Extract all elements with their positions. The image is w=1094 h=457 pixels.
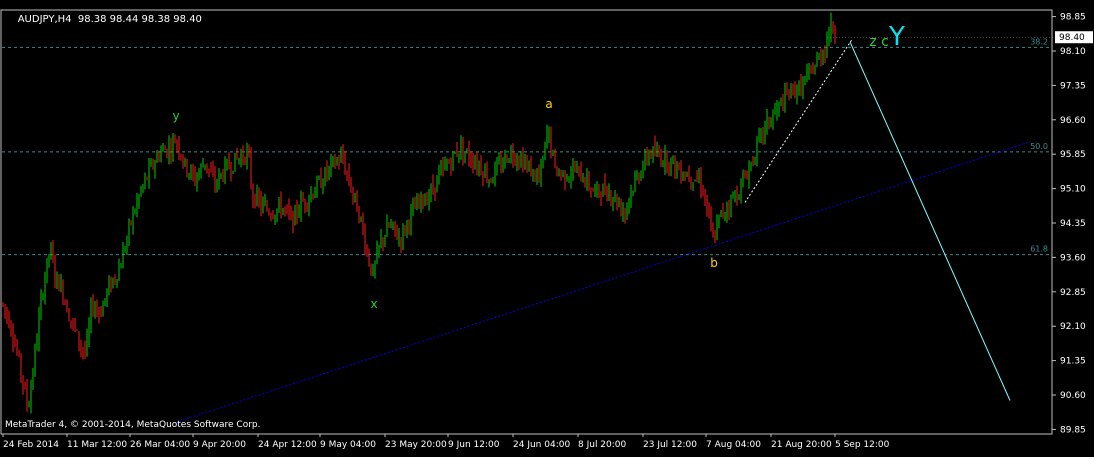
channel-dotted-line — [744, 39, 853, 203]
y-tick-label: 95.10 — [1060, 185, 1086, 195]
y-tick-label: 89.85 — [1060, 425, 1086, 435]
x-tick-label: 5 Sep 12:00 — [835, 440, 890, 450]
chart-header: AUDJPY,H4 98.38 98.44 98.38 98.40 — [5, 3, 202, 36]
copyright-text: MetaTrader 4, © 2001-2014, MetaQuotes So… — [5, 420, 261, 430]
x-tick-label: 11 Mar 12:00 — [67, 440, 127, 450]
x-tick-label: 9 May 04:00 — [320, 440, 376, 450]
y-tick-label: 95.85 — [1060, 150, 1086, 160]
plot-frame — [0, 9, 1053, 435]
y-tick-label: 91.35 — [1060, 357, 1086, 367]
y-tick-label: 96.60 — [1060, 116, 1086, 126]
wave-label-b: b — [710, 256, 718, 270]
wave-label-c: c — [881, 34, 889, 50]
y-tick-label: 92.10 — [1060, 322, 1086, 332]
x-tick-label: 24 Apr 12:00 — [258, 440, 317, 450]
price-chart[interactable]: 38.250.061.8yxabz c Y98.8598.1097.3596.609… — [0, 0, 1094, 453]
x-tick-label: 9 Apr 20:00 — [193, 440, 246, 450]
chart-window[interactable]: 38.2 50.0 61.8 y x a b z c Y 98.85 98.10 97.35 96.60 9… — [0, 0, 1094, 453]
y-tick-label: 97.35 — [1060, 81, 1086, 91]
fib-level-label: 38.2 — [1030, 37, 1048, 46]
x-tick-label: 26 Mar 04:00 — [130, 440, 190, 450]
x-tick-label: 24 Jun 04:00 — [513, 440, 570, 450]
ohlc-values: 98.38 98.44 98.38 98.40 — [77, 14, 202, 25]
x-tick-label: 21 Aug 20:00 — [771, 440, 832, 450]
x-tick-label: 7 Aug 04:00 — [706, 440, 761, 450]
symbol-label: AUDJPY,H4 — [17, 14, 72, 25]
fib-level-label: 61.8 — [1030, 245, 1048, 254]
projection-line — [849, 41, 1011, 401]
x-tick-label: 24 Feb 2014 — [3, 440, 59, 450]
y-tick-label: 92.85 — [1060, 288, 1086, 298]
wave-label-z: z — [869, 34, 876, 50]
y-tick-label: 90.60 — [1060, 391, 1086, 401]
x-tick-label: 23 May 20:00 — [385, 440, 447, 450]
x-tick-label: 9 Jun 12:00 — [448, 440, 500, 450]
wave-label-y: y — [172, 109, 179, 123]
x-tick-label: 8 Jul 20:00 — [578, 440, 627, 450]
y-tick-label: 93.60 — [1060, 253, 1086, 263]
wave-label-a: a — [545, 97, 552, 111]
wave-label-x: x — [370, 297, 377, 311]
x-tick-label: 23 Jul 12:00 — [643, 440, 697, 450]
y-tick-label: 98.10 — [1060, 47, 1086, 57]
y-tick-label: 94.35 — [1060, 219, 1086, 229]
y-tick-label: 98.85 — [1060, 13, 1086, 23]
fib-level-label: 50.0 — [1030, 142, 1048, 151]
current-price-label: 98.40 — [1059, 33, 1085, 43]
